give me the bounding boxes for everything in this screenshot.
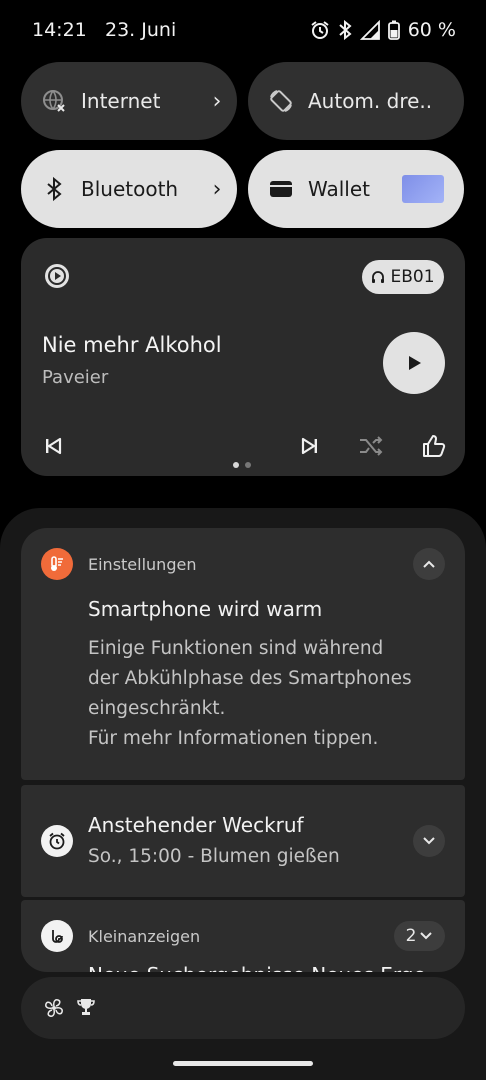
battery-icon — [387, 20, 400, 40]
notification-kleinanzeigen[interactable]: Kleinanzeigen 2 Neue Suchergebnisse Neue… — [21, 900, 465, 972]
tile-wallet-label: Wallet — [308, 177, 371, 201]
alarm-clock-icon — [41, 825, 73, 857]
fan-icon — [45, 999, 63, 1017]
notification-body-line: Einige Funktionen sind während — [88, 638, 384, 659]
notification-app-name: Einstellungen — [88, 555, 197, 574]
chevron-up-icon — [423, 560, 435, 568]
status-icons: 60 % — [310, 19, 456, 41]
output-device-label: EB01 — [390, 267, 435, 287]
skip-previous-icon[interactable] — [43, 436, 63, 456]
notification-phone-warm[interactable]: Einstellungen Smartphone wird warm Einig… — [21, 528, 465, 780]
home-indicator[interactable] — [173, 1061, 313, 1066]
kleinanzeigen-icon — [41, 920, 73, 952]
notification-peek-title: Neue Suchergebnisse Neues Erge — [88, 963, 426, 972]
wallet-icon — [270, 181, 292, 197]
alarm-text: So., 15:00 - Blumen gießen — [88, 846, 340, 867]
page-indicator — [233, 462, 251, 468]
notification-body-line: Für mehr Informationen tippen. — [88, 728, 379, 749]
battery-percent: 60 % — [407, 19, 456, 41]
footer-bar[interactable] — [21, 977, 465, 1039]
song-title: Nie mehr Alkohol — [42, 333, 222, 357]
play-button[interactable] — [383, 332, 445, 394]
media-app-icon — [45, 264, 69, 288]
tile-wallet[interactable]: Wallet — [248, 150, 464, 228]
tile-internet[interactable]: Internet › — [21, 62, 237, 140]
output-device-chip[interactable]: EB01 — [362, 260, 444, 294]
headphones-icon — [372, 271, 385, 283]
trophy-icon — [77, 999, 95, 1015]
status-date: 23. Juni — [105, 19, 177, 41]
page-dot — [245, 462, 251, 468]
song-artist: Paveier — [42, 367, 109, 388]
skip-next-icon[interactable] — [300, 436, 320, 456]
tile-internet-label: Internet — [81, 89, 161, 113]
tile-bluetooth-label: Bluetooth — [81, 177, 179, 201]
alarm-icon — [311, 21, 329, 39]
collapse-button[interactable] — [413, 548, 445, 580]
play-icon — [409, 356, 421, 370]
card-thumbnail — [402, 175, 444, 203]
bluetooth-status-icon — [339, 20, 352, 40]
notification-body-line: der Abkühlphase des Smartphones — [88, 668, 412, 689]
chevron-down-icon — [420, 932, 433, 940]
thumbs-up-icon[interactable] — [421, 433, 447, 459]
notification-count: 2 — [405, 926, 417, 946]
tile-auto-rotate-label: Autom. dre.. — [308, 89, 433, 113]
media-player[interactable]: EB01 Nie mehr Alkohol Paveier — [21, 238, 465, 476]
notification-body-line: eingeschränkt. — [88, 698, 226, 719]
expand-button[interactable] — [413, 825, 445, 857]
thermometer-icon — [41, 548, 73, 580]
bluetooth-icon — [47, 176, 62, 202]
notification-body: Einige Funktionen sind während der Abküh… — [88, 634, 412, 754]
chevron-right-icon: › — [212, 176, 222, 202]
notification-app-name: Kleinanzeigen — [88, 927, 201, 946]
alarm-title: Anstehender Weckruf — [88, 813, 304, 837]
page-dot-active — [233, 462, 239, 468]
tile-bluetooth[interactable]: Bluetooth › — [21, 150, 237, 228]
rotate-icon — [270, 90, 292, 112]
globe-icon — [43, 90, 65, 112]
expand-count-button[interactable]: 2 — [394, 921, 445, 951]
notification-upcoming-alarm[interactable]: Anstehender Weckruf So., 15:00 - Blumen … — [21, 785, 465, 897]
shuffle-icon[interactable] — [358, 434, 384, 458]
chevron-right-icon: › — [212, 88, 222, 114]
status-bar: 14:21 23. Juni 60 % — [0, 0, 486, 62]
notification-title: Smartphone wird warm — [88, 597, 323, 621]
signal-icon — [359, 20, 380, 40]
tile-auto-rotate[interactable]: Autom. dre.. — [248, 62, 464, 140]
status-time: 14:21 — [32, 19, 87, 41]
chevron-down-icon — [423, 837, 435, 845]
